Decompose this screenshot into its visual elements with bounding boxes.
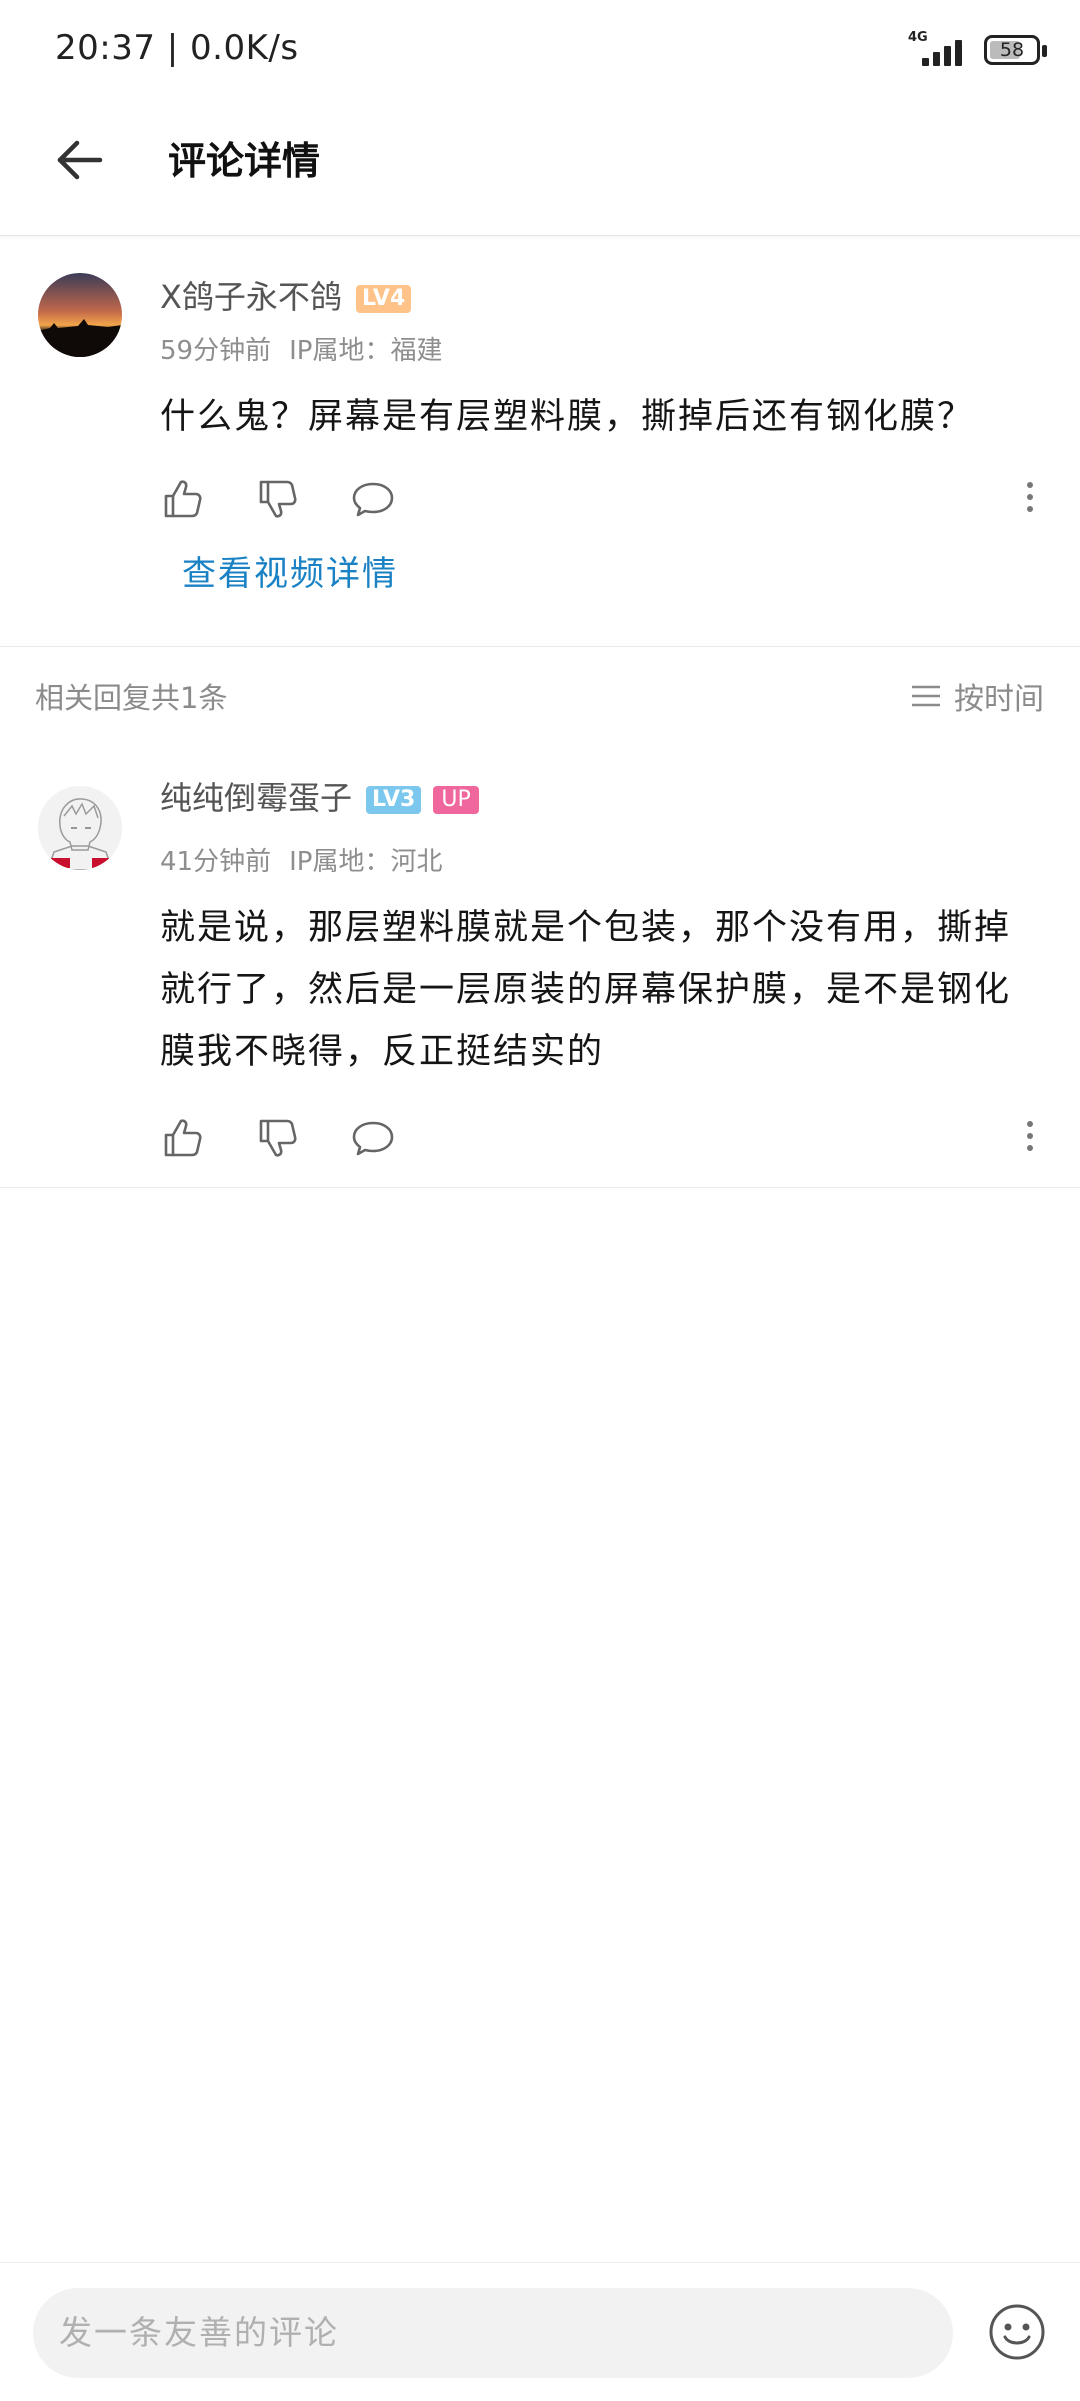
comment-ip: IP属地：河北 bbox=[289, 847, 443, 877]
username-text[interactable]: X鸽子永不鸽 bbox=[160, 278, 342, 316]
emoji-button[interactable] bbox=[988, 2303, 1046, 2361]
arrow-left-icon bbox=[57, 140, 103, 180]
divider bbox=[0, 646, 1080, 647]
more-options-button[interactable] bbox=[1020, 1117, 1040, 1161]
bottom-bar: 发一条友善的评论 bbox=[0, 2262, 1080, 2401]
comment-bubble-icon bbox=[352, 482, 394, 517]
status-icons: 4G 58 bbox=[908, 30, 1047, 70]
main-comment: X鸽子永不鸽 LV4 59分钟前 IP属地：福建 什么鬼？屏幕是有层塑料膜，撕掉后还… bbox=[0, 236, 1080, 646]
thumbs-up-icon bbox=[164, 1119, 202, 1157]
status-time: 20:37 | 0.0K/s bbox=[55, 28, 299, 68]
comment-meta: 41分钟前 IP属地：河北 bbox=[160, 841, 442, 878]
reply-comment: 纯纯倒霉蛋子 LV3 UP 41分钟前 IP属地：河北 就是说，那层塑料膜就是个包装，… bbox=[0, 742, 1080, 1187]
comment-input[interactable]: 发一条友善的评论 bbox=[33, 2288, 953, 2378]
more-options-button[interactable] bbox=[1020, 478, 1040, 522]
back-button[interactable] bbox=[50, 130, 110, 190]
divider bbox=[0, 1187, 1080, 1188]
avatar[interactable] bbox=[38, 273, 122, 357]
reply-button[interactable] bbox=[350, 1115, 396, 1161]
page-header: 评论详情 bbox=[0, 100, 1080, 236]
list-icon bbox=[912, 685, 940, 707]
comment-ip: IP属地：福建 bbox=[289, 336, 443, 366]
view-video-link[interactable]: 查看视频详情 bbox=[182, 546, 398, 595]
battery-icon: 58 bbox=[984, 35, 1047, 65]
smiley-icon bbox=[989, 2304, 1045, 2360]
like-button[interactable] bbox=[160, 476, 206, 522]
more-vertical-icon bbox=[1020, 482, 1040, 512]
comment-text: 什么鬼？屏幕是有层塑料膜，撕掉后还有钢化膜？ bbox=[160, 397, 975, 437]
reply-count: 相关回复共1条 bbox=[35, 681, 228, 715]
dislike-button[interactable] bbox=[255, 476, 301, 522]
sunset-avatar-image bbox=[38, 273, 122, 357]
comment-meta: 59分钟前 IP属地：福建 bbox=[160, 330, 442, 367]
comment-actions bbox=[160, 1115, 1040, 1165]
up-badge: UP bbox=[433, 786, 479, 814]
level-badge: LV4 bbox=[355, 285, 412, 313]
dislike-button[interactable] bbox=[255, 1115, 301, 1161]
level-badge: LV3 bbox=[366, 786, 422, 814]
avatar[interactable] bbox=[38, 786, 122, 870]
comment-text: 就是说，那层塑料膜就是个包装，那个没有用，撕掉就行了，然后是一层原装的屏幕保护膜… bbox=[160, 908, 1012, 1072]
page-title: 评论详情 bbox=[168, 139, 321, 183]
replies-header: 相关回复共1条 按时间 bbox=[0, 650, 1080, 740]
thumbs-up-icon bbox=[164, 480, 202, 518]
comment-actions bbox=[160, 476, 1040, 526]
sort-button[interactable]: 按时间 bbox=[910, 674, 1044, 718]
comment-time: 41分钟前 bbox=[160, 847, 272, 877]
username-text[interactable]: 纯纯倒霉蛋子 bbox=[160, 779, 352, 817]
thumbs-down-icon bbox=[259, 480, 297, 518]
battery-level: 58 bbox=[999, 39, 1025, 61]
status-bar: 20:37 | 0.0K/s 4G 58 bbox=[0, 0, 1080, 100]
comment-bubble-icon bbox=[352, 1121, 394, 1156]
signal-icon: 4G bbox=[908, 30, 970, 70]
anime-avatar-image bbox=[38, 786, 122, 870]
like-button[interactable] bbox=[160, 1115, 206, 1161]
reply-button[interactable] bbox=[350, 476, 396, 522]
more-vertical-icon bbox=[1020, 1121, 1040, 1151]
comment-time: 59分钟前 bbox=[160, 336, 272, 366]
username[interactable]: 纯纯倒霉蛋子 LV3 UP bbox=[160, 773, 479, 819]
sort-label[interactable]: 按时间 bbox=[954, 674, 1044, 718]
username[interactable]: X鸽子永不鸽 LV4 bbox=[160, 272, 412, 318]
thumbs-down-icon bbox=[259, 1119, 297, 1157]
